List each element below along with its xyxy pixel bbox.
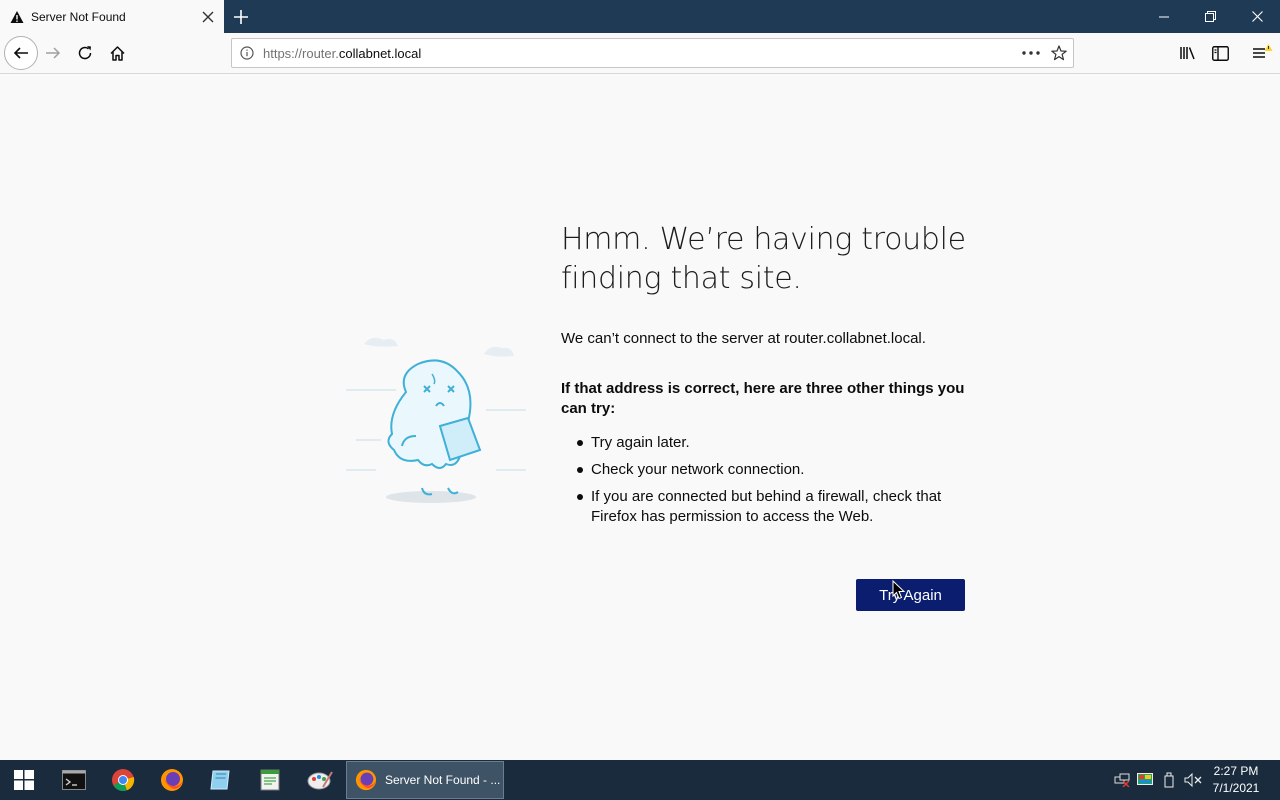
taskbar: Server Not Found - ... 2:27 PM 7/1/2021 (0, 760, 1280, 800)
terminal-taskbar-icon[interactable] (50, 760, 98, 800)
site-info-icon[interactable] (232, 39, 262, 67)
error-lead: We can’t connect to the server at router… (561, 330, 926, 347)
sidebar-icon[interactable] (1205, 38, 1235, 68)
restore-button[interactable] (1187, 0, 1233, 33)
clock-date: 7/1/2021 (1212, 781, 1260, 795)
system-clock[interactable]: 2:27 PM 7/1/2021 (1206, 763, 1266, 797)
page-content: Hmm. We’re having trouble finding that s… (0, 74, 1280, 760)
network-tray-icon[interactable] (1110, 760, 1134, 800)
new-tab-button[interactable] (228, 4, 254, 30)
library-icon[interactable] (1173, 38, 1203, 68)
taskbar-window-title: Server Not Found - ... (385, 773, 501, 787)
suggestion-item: Try again later. (561, 433, 971, 453)
try-again-button[interactable]: Try Again (856, 579, 965, 611)
file-manager-taskbar-icon[interactable] (197, 760, 245, 800)
address-bar[interactable]: https://router.collabnet.local (231, 38, 1074, 68)
navigation-toolbar: https://router.collabnet.local (0, 33, 1280, 74)
start-button[interactable] (0, 760, 48, 800)
paint-taskbar-icon[interactable] (296, 760, 344, 800)
clock-time: 2:27 PM (1213, 764, 1259, 778)
url-text[interactable]: https://router.collabnet.local (263, 46, 1017, 61)
close-window-button[interactable] (1234, 0, 1280, 33)
tab-title: Server Not Found (31, 9, 126, 24)
menu-hamburger-icon[interactable] (1247, 38, 1277, 68)
back-button[interactable] (4, 36, 38, 70)
suggestion-item: Check your network connection. (561, 460, 971, 480)
volume-muted-icon[interactable] (1181, 760, 1205, 800)
bookmark-star-icon[interactable] (1045, 39, 1073, 67)
usb-tray-icon[interactable] (1157, 760, 1181, 800)
sad-creature-illustration (336, 330, 536, 510)
firefox-taskbar-icon[interactable] (148, 760, 196, 800)
forward-button[interactable] (38, 38, 68, 68)
url-prefix: https://router. (263, 45, 339, 61)
firefox-window-icon (355, 769, 377, 791)
tab-server-not-found[interactable]: Server Not Found (0, 0, 224, 33)
chrome-taskbar-icon[interactable] (99, 760, 147, 800)
notepad-taskbar-icon[interactable] (246, 760, 294, 800)
suggestions-heading: If that address is correct, here are thr… (561, 380, 965, 417)
reload-button[interactable] (70, 38, 100, 68)
suggestions-list: Try again later. Check your network conn… (561, 433, 971, 527)
taskbar-firefox-window[interactable]: Server Not Found - ... (346, 761, 504, 799)
error-title: Hmm. We’re having trouble finding that s… (561, 222, 966, 296)
title-bar: Server Not Found (0, 0, 1280, 33)
display-tray-icon[interactable] (1133, 760, 1157, 800)
minimize-button[interactable] (1141, 0, 1187, 33)
error-message: Hmm. We’re having trouble finding that s… (561, 220, 971, 534)
home-button[interactable] (102, 38, 132, 68)
page-actions-icon[interactable] (1017, 39, 1045, 67)
mouse-cursor-icon (892, 580, 906, 600)
url-host: collabnet.local (338, 45, 422, 61)
tab-close-icon[interactable] (198, 7, 218, 27)
warning-icon (10, 10, 24, 24)
suggestion-item: If you are connected but behind a firewa… (561, 487, 971, 527)
